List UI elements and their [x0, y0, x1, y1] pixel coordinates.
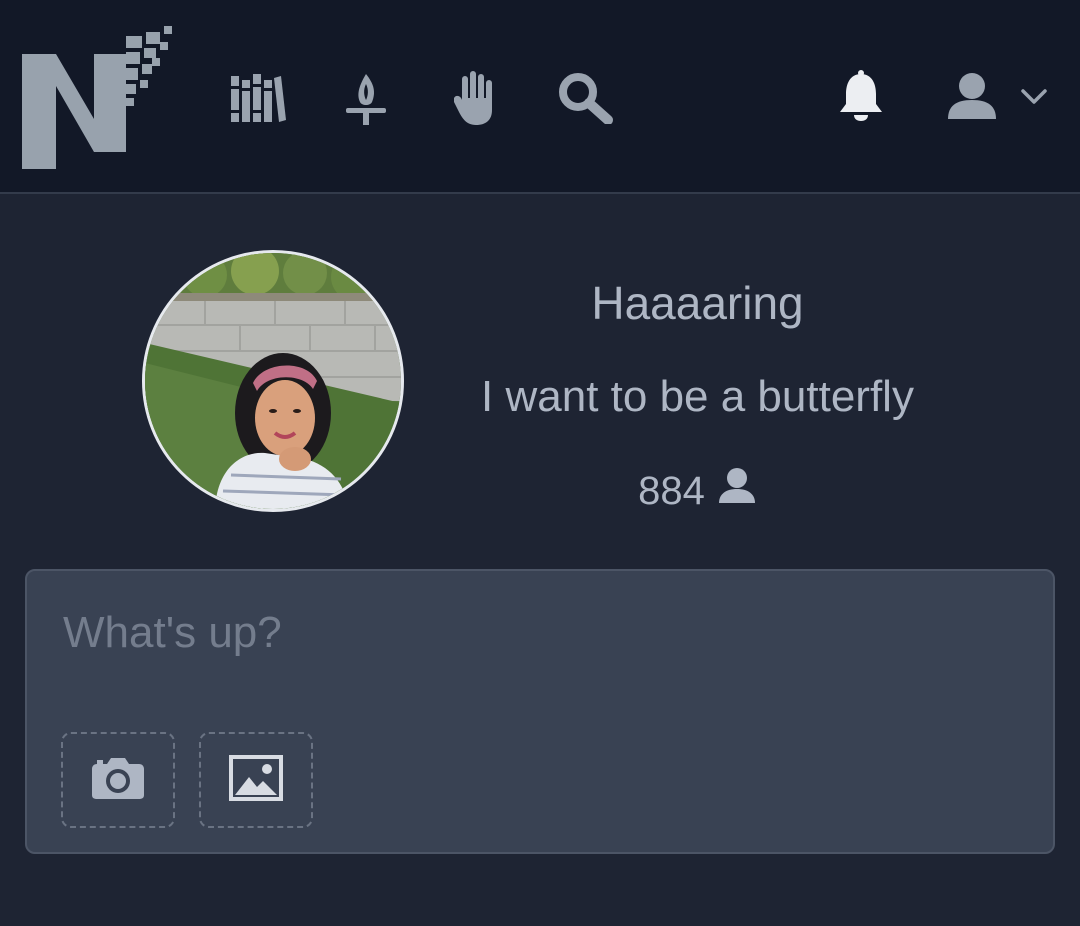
chevron-down-icon[interactable] [1020, 88, 1048, 106]
profile-name: Haaaaring [591, 277, 804, 329]
camera-button[interactable] [61, 732, 175, 828]
followers-count-value: 884 [638, 468, 705, 513]
post-composer [25, 569, 1055, 854]
logo-icon[interactable] [22, 24, 172, 172]
camera-icon [91, 756, 145, 805]
top-nav-bar [0, 0, 1080, 194]
search-icon[interactable] [558, 72, 614, 124]
image-icon [229, 754, 283, 806]
user-icon[interactable] [946, 72, 998, 120]
followers-count[interactable]: 884 [450, 466, 945, 516]
bell-icon[interactable] [838, 70, 884, 122]
user-icon [717, 468, 757, 514]
post-input[interactable] [63, 603, 1003, 663]
torch-icon[interactable] [346, 72, 386, 126]
library-icon[interactable] [230, 72, 286, 124]
avatar[interactable] [142, 250, 404, 512]
image-upload-button[interactable] [199, 732, 313, 828]
hand-icon[interactable] [452, 70, 496, 126]
profile-bio: I want to be a butterfly [481, 372, 914, 421]
profile-page: Haaaaring I want to be a butterfly 884 [0, 194, 1080, 926]
